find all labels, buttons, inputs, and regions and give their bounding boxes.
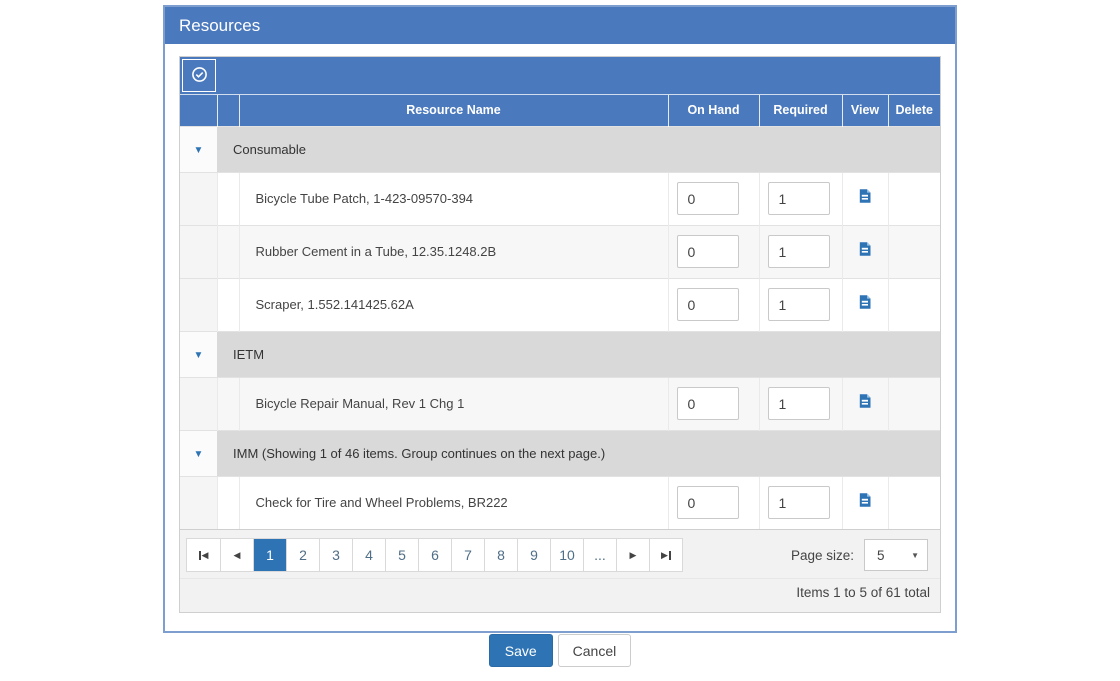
view-document-icon[interactable] bbox=[857, 294, 873, 310]
resource-name: Check for Tire and Wheel Problems, BR222 bbox=[239, 476, 668, 529]
group-label: Consumable bbox=[217, 126, 940, 172]
resources-table: Resource Name On Hand Required View Dele… bbox=[180, 95, 940, 529]
page-size-control: Page size: 5 ▼ bbox=[791, 539, 928, 571]
view-document-icon[interactable] bbox=[857, 492, 873, 508]
pager-next-button[interactable]: ▶ bbox=[616, 539, 649, 571]
action-buttons: Save Cancel bbox=[0, 634, 1120, 667]
collapse-all-button[interactable] bbox=[182, 59, 216, 92]
group-row-imm: ▼ IMM (Showing 1 of 46 items. Group cont… bbox=[180, 430, 940, 476]
view-document-icon[interactable] bbox=[857, 393, 873, 409]
col-header-on-hand: On Hand bbox=[668, 95, 759, 126]
grid-footer: ◀ ◀ 1 2 3 4 5 6 7 8 9 10 ... bbox=[180, 529, 940, 612]
required-input[interactable] bbox=[768, 235, 830, 268]
items-summary: Items 1 to 5 of 61 total bbox=[180, 578, 940, 612]
table-row: Check for Tire and Wheel Problems, BR222 bbox=[180, 476, 940, 529]
pager-page-button[interactable]: 7 bbox=[451, 539, 484, 571]
on-hand-input[interactable] bbox=[677, 288, 739, 321]
col-header-required: Required bbox=[759, 95, 842, 126]
pager-page-button[interactable]: 3 bbox=[319, 539, 352, 571]
delete-cell bbox=[888, 225, 940, 278]
delete-cell bbox=[888, 476, 940, 529]
header-expand-spacer bbox=[180, 95, 217, 126]
view-document-icon[interactable] bbox=[857, 188, 873, 204]
table-row: Bicycle Tube Patch, 1-423-09570-394 bbox=[180, 172, 940, 225]
page-size-label: Page size: bbox=[791, 548, 854, 563]
pager-page-button[interactable]: 6 bbox=[418, 539, 451, 571]
pager-page-button[interactable]: 9 bbox=[517, 539, 550, 571]
resource-name: Bicycle Repair Manual, Rev 1 Chg 1 bbox=[239, 377, 668, 430]
on-hand-input[interactable] bbox=[677, 235, 739, 268]
page-size-value: 5 bbox=[877, 548, 885, 563]
pager-page-button-current[interactable]: 1 bbox=[253, 539, 286, 571]
pager-page-button[interactable]: 4 bbox=[352, 539, 385, 571]
panel-title: Resources bbox=[165, 7, 955, 44]
grid-toolbar bbox=[180, 57, 940, 95]
group-row-consumable: ▼ Consumable bbox=[180, 126, 940, 172]
resources-panel: Resources bbox=[163, 5, 957, 633]
pager-last-icon: ▶ bbox=[661, 551, 668, 560]
col-header-view: View bbox=[842, 95, 888, 126]
required-input[interactable] bbox=[768, 182, 830, 215]
pager-page-button[interactable]: 8 bbox=[484, 539, 517, 571]
pager-page-button[interactable]: 2 bbox=[286, 539, 319, 571]
collapse-group-icon[interactable]: ▼ bbox=[194, 449, 204, 460]
resource-name: Scraper, 1.552.141425.62A bbox=[239, 278, 668, 331]
pager-prev-icon: ◀ bbox=[234, 551, 241, 560]
pager-last-button[interactable]: ▶ bbox=[649, 539, 682, 571]
pager-page-button[interactable]: 10 bbox=[550, 539, 583, 571]
required-input[interactable] bbox=[768, 387, 830, 420]
collapse-group-icon[interactable]: ▼ bbox=[194, 145, 204, 156]
group-row-ietm: ▼ IETM bbox=[180, 331, 940, 377]
header-indent-spacer bbox=[217, 95, 239, 126]
pager-first-button[interactable]: ◀ bbox=[187, 539, 220, 571]
required-input[interactable] bbox=[768, 486, 830, 519]
cancel-button[interactable]: Cancel bbox=[558, 634, 632, 667]
view-document-icon[interactable] bbox=[857, 241, 873, 257]
pager-ellipsis-button[interactable]: ... bbox=[583, 539, 616, 571]
pager: ◀ ◀ 1 2 3 4 5 6 7 8 9 10 ... bbox=[186, 538, 683, 572]
required-input[interactable] bbox=[768, 288, 830, 321]
delete-cell bbox=[888, 377, 940, 430]
page: Resources bbox=[0, 0, 1120, 681]
save-button[interactable]: Save bbox=[489, 634, 553, 667]
delete-cell bbox=[888, 172, 940, 225]
delete-cell bbox=[888, 278, 940, 331]
group-label: IMM (Showing 1 of 46 items. Group contin… bbox=[217, 430, 940, 476]
pager-first-icon bbox=[199, 551, 201, 560]
table-row: Rubber Cement in a Tube, 12.35.1248.2B bbox=[180, 225, 940, 278]
pager-row: ◀ ◀ 1 2 3 4 5 6 7 8 9 10 ... bbox=[180, 530, 940, 578]
resources-grid: Resource Name On Hand Required View Dele… bbox=[179, 56, 941, 613]
resource-name: Rubber Cement in a Tube, 12.35.1248.2B bbox=[239, 225, 668, 278]
on-hand-input[interactable] bbox=[677, 182, 739, 215]
pager-next-icon: ▶ bbox=[630, 551, 637, 560]
col-header-resource-name: Resource Name bbox=[239, 95, 668, 126]
group-expand-cell: ▼ bbox=[180, 331, 217, 377]
table-row: Scraper, 1.552.141425.62A bbox=[180, 278, 940, 331]
group-expand-cell: ▼ bbox=[180, 430, 217, 476]
on-hand-input[interactable] bbox=[677, 486, 739, 519]
group-expand-cell: ▼ bbox=[180, 126, 217, 172]
pager-prev-button[interactable]: ◀ bbox=[220, 539, 253, 571]
page-size-select[interactable]: 5 ▼ bbox=[864, 539, 928, 571]
collapse-group-icon[interactable]: ▼ bbox=[194, 350, 204, 361]
circle-check-icon bbox=[191, 66, 208, 86]
table-row: Bicycle Repair Manual, Rev 1 Chg 1 bbox=[180, 377, 940, 430]
pager-page-button[interactable]: 5 bbox=[385, 539, 418, 571]
caret-down-icon: ▼ bbox=[911, 551, 919, 560]
panel-body: Resource Name On Hand Required View Dele… bbox=[165, 44, 955, 631]
col-header-delete: Delete bbox=[888, 95, 940, 126]
resource-name: Bicycle Tube Patch, 1-423-09570-394 bbox=[239, 172, 668, 225]
group-label: IETM bbox=[217, 331, 940, 377]
on-hand-input[interactable] bbox=[677, 387, 739, 420]
header-row: Resource Name On Hand Required View Dele… bbox=[180, 95, 940, 126]
